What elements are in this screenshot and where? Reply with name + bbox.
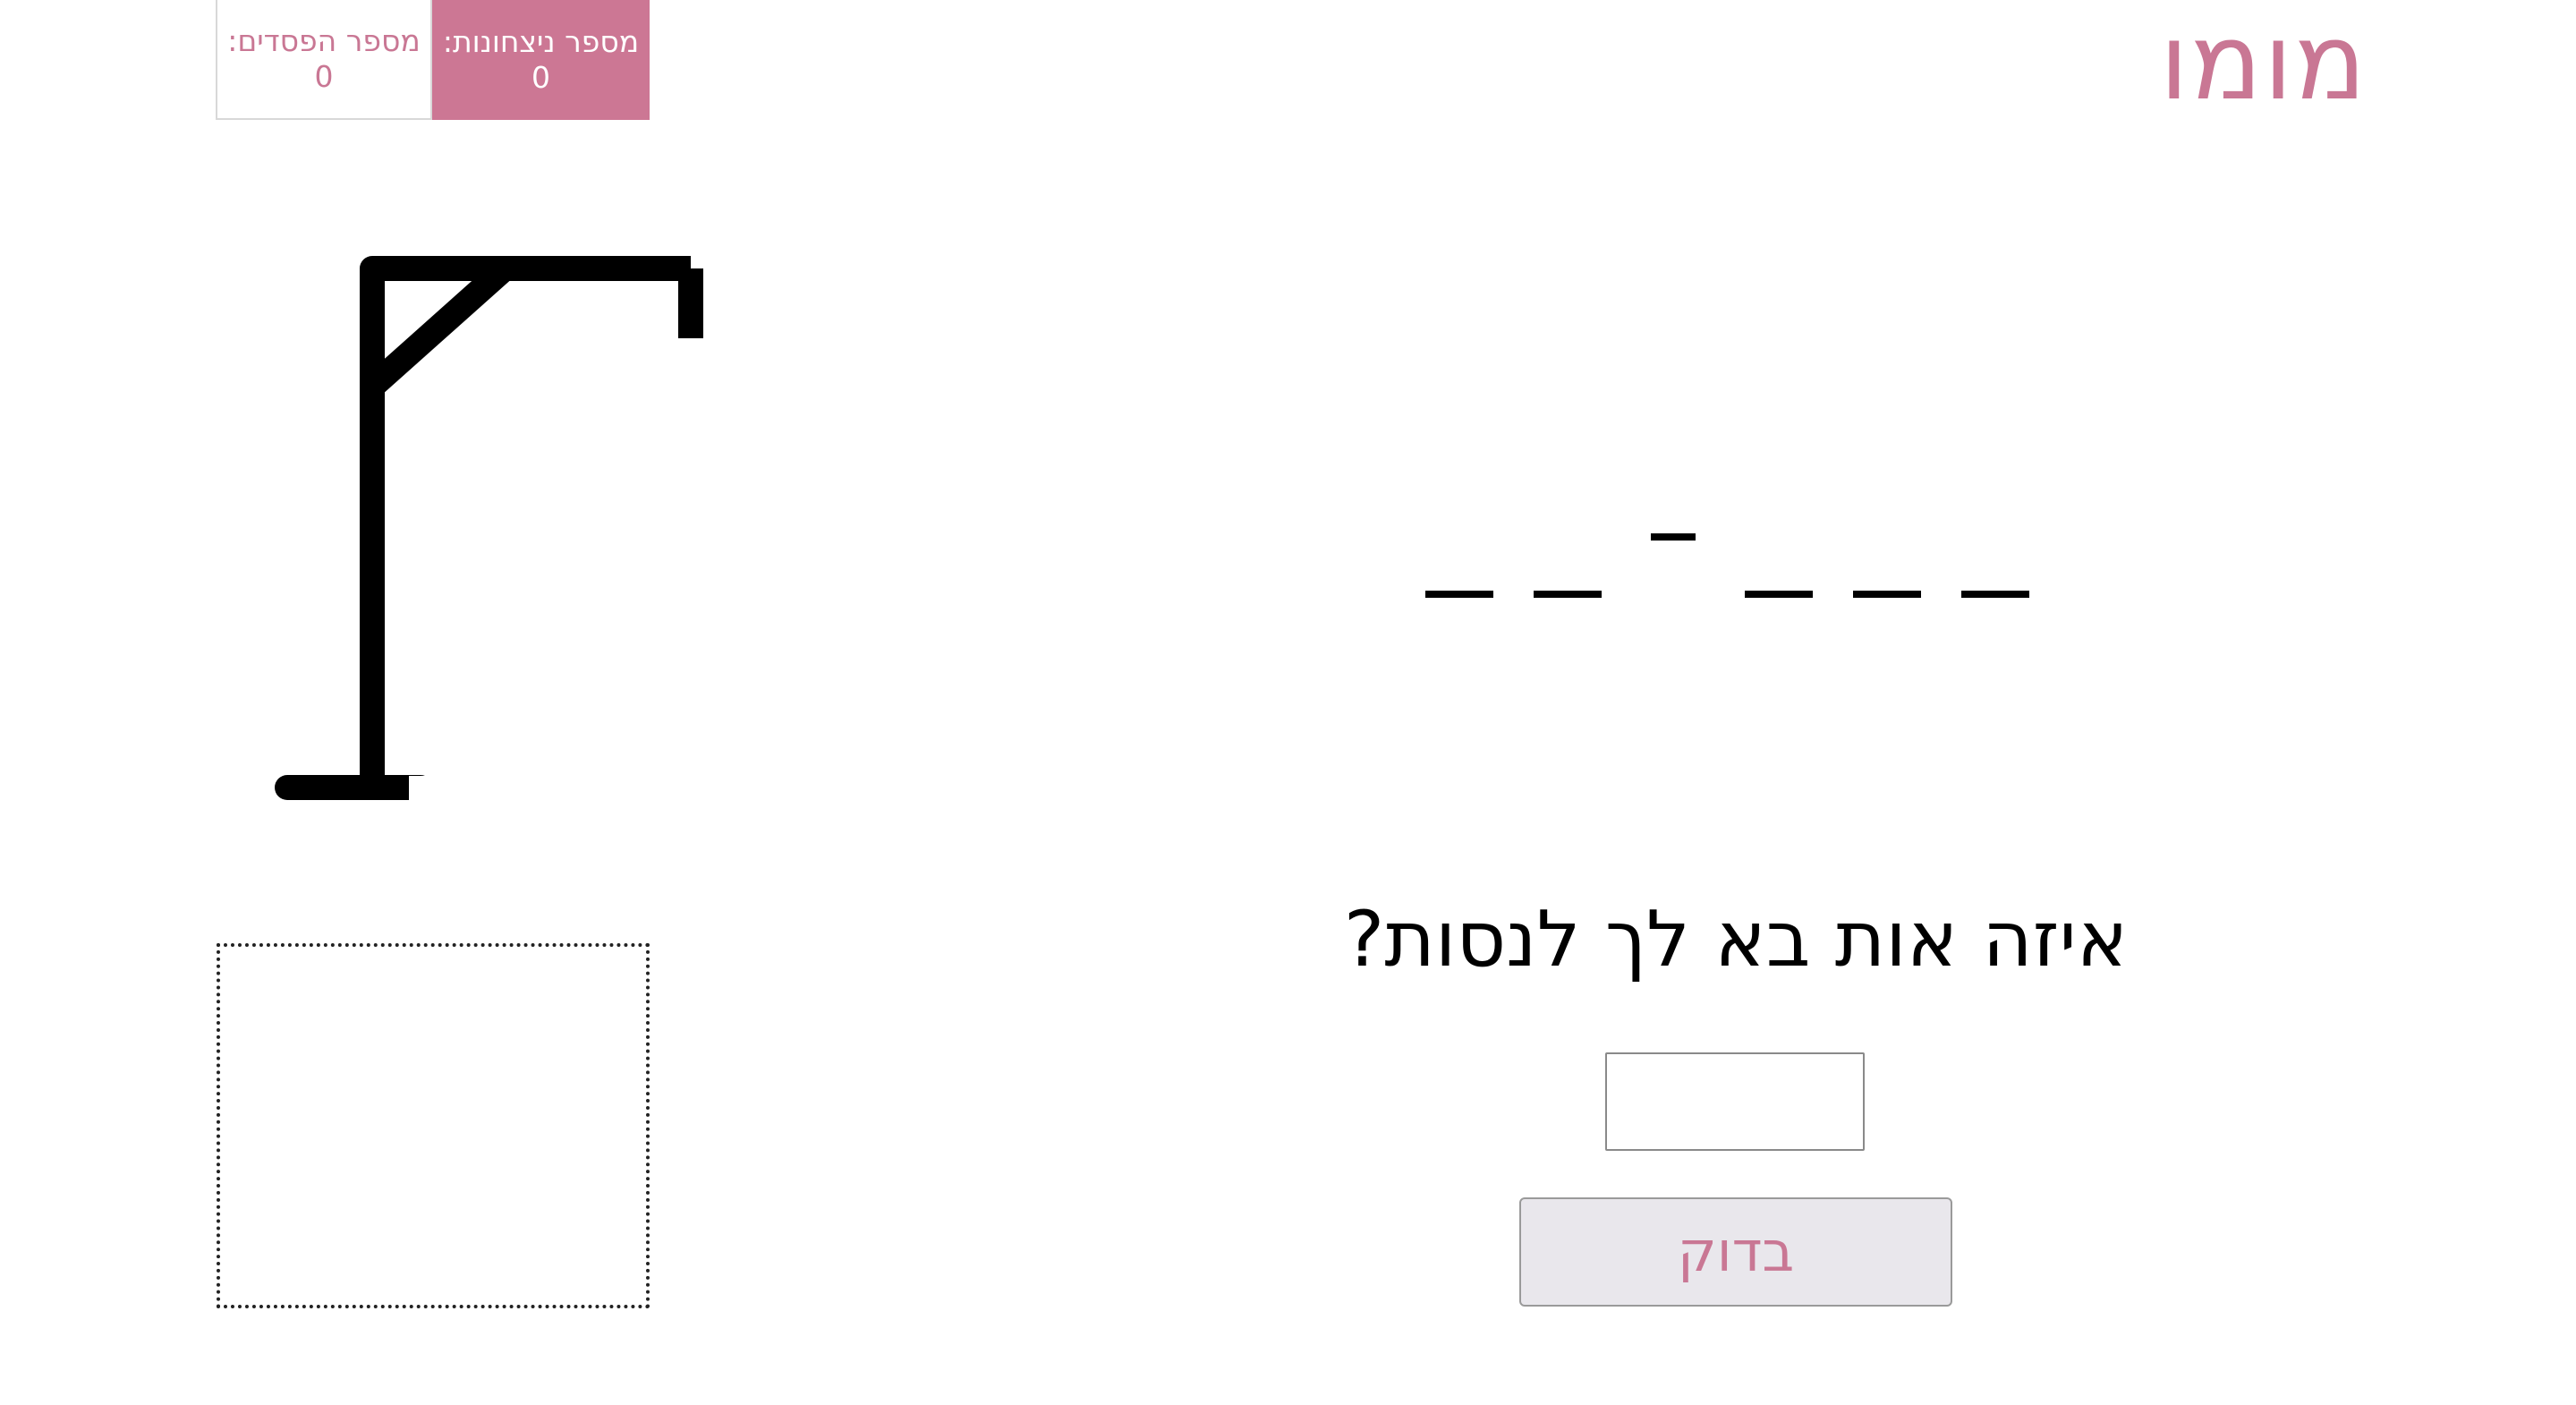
losses-value: 0 <box>314 59 334 94</box>
letter-slot <box>1960 591 2029 598</box>
gallows-brace <box>363 259 514 396</box>
letter-slot <box>1424 591 1493 598</box>
wins-counter: מספר ניצחונות: 0 <box>432 0 650 120</box>
word-separator-dash <box>1650 533 1696 541</box>
letter-slot <box>1744 591 1813 598</box>
gallows-drawing <box>275 256 703 801</box>
losses-counter: מספר הפסדים: 0 <box>216 0 432 120</box>
scoreboard: מספר הפסדים: 0 מספר ניצחונות: 0 <box>216 0 650 120</box>
guess-prompt: איזה אות בא לך לנסות? <box>1343 895 2129 984</box>
letter-slot <box>1852 591 1921 598</box>
letter-slot <box>1533 591 1602 598</box>
check-button[interactable]: בדוק <box>1519 1197 1952 1307</box>
word-blanks <box>1405 501 2049 626</box>
wins-value: 0 <box>531 60 550 95</box>
game-page: מומו מספר הפסדים: 0 מספר ניצחונות: 0 איז… <box>0 0 2576 1405</box>
losses-label: מספר הפסדים: <box>227 23 421 58</box>
logo: מומו <box>2159 0 2368 123</box>
wins-label: מספר ניצחונות: <box>442 24 640 59</box>
gallows-base-notch <box>409 776 434 801</box>
letter-input[interactable] <box>1605 1052 1865 1151</box>
used-letters-box <box>217 943 650 1308</box>
